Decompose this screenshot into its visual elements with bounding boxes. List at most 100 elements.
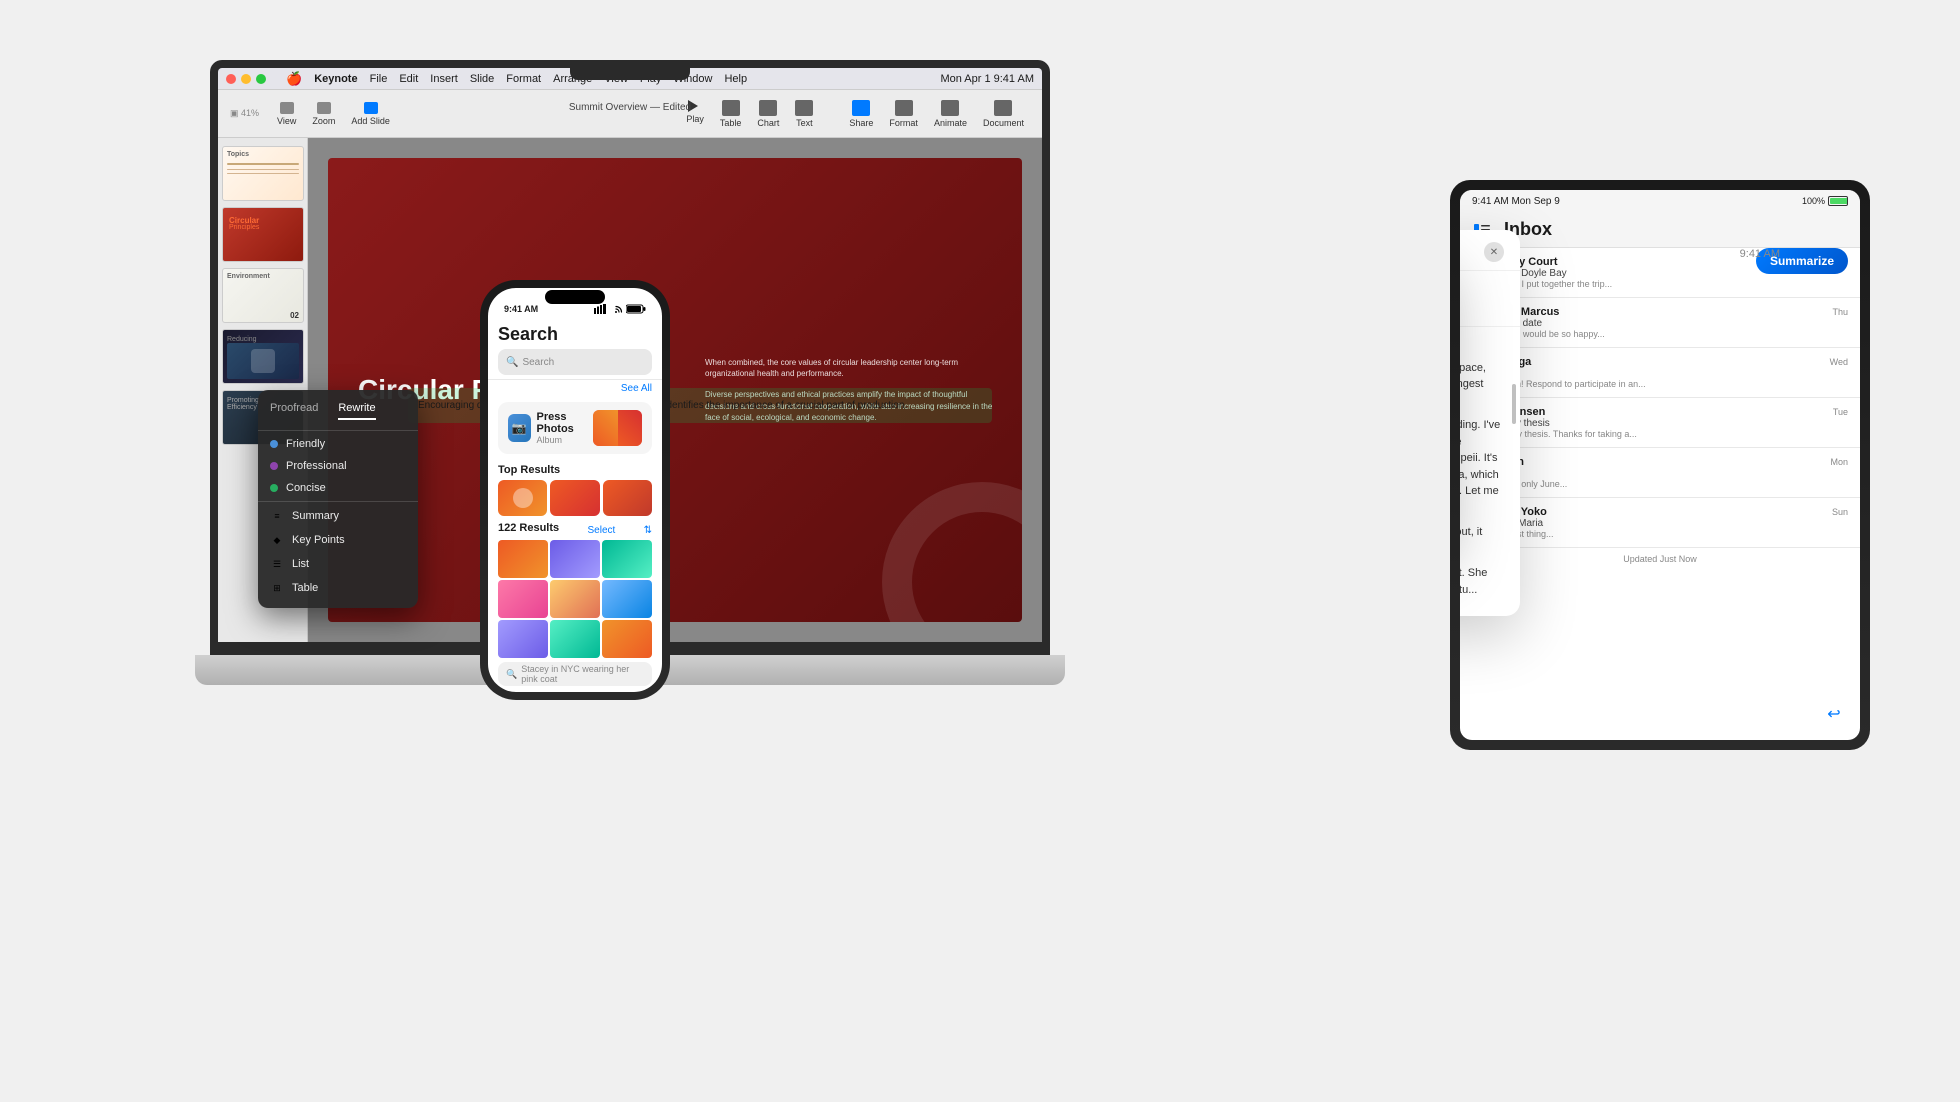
mac-wm-item-friendly[interactable]: Friendly: [258, 433, 418, 455]
all-results-grid: [488, 540, 662, 658]
mac-wm-label-professional: Professional: [286, 460, 347, 472]
summary-icon: ≡: [270, 509, 284, 523]
mac-wm-item-keypoints[interactable]: ◆ Key Points: [258, 528, 418, 552]
toolbar-document-btn[interactable]: Document: [977, 98, 1030, 130]
menubar-insert[interactable]: Insert: [430, 73, 458, 85]
list-icon: ☰: [270, 557, 284, 571]
toolbar-view-btn[interactable]: View: [271, 100, 302, 128]
iphone: 9:41 AM Search 🔍 Search: [480, 280, 670, 700]
traffic-lights: [226, 74, 266, 84]
iphone-content: Search 🔍 Search See All 📷 Press Pho: [488, 318, 662, 692]
result-thumb-3[interactable]: [603, 480, 652, 516]
email-3-time: Wed: [1830, 357, 1848, 367]
toolbar-text-btn[interactable]: Text: [789, 98, 819, 130]
toolbar-share-btn[interactable]: Share: [843, 98, 879, 130]
all-result-2[interactable]: [550, 540, 600, 578]
menubar-edit[interactable]: Edit: [399, 73, 418, 85]
iphone-screen: 9:41 AM Search 🔍 Search: [488, 288, 662, 692]
ppc-left: 📷 Press Photos Album: [508, 411, 593, 445]
iphone-status-icons: [594, 304, 646, 314]
edp-close-button[interactable]: ✕: [1484, 242, 1504, 262]
mac-wm-item-summary[interactable]: ≡ Summary: [258, 504, 418, 528]
select-button[interactable]: Select: [587, 525, 615, 536]
top-results-grid: [498, 480, 652, 516]
ipad-time: 9:41 AM Mon Sep 9: [1472, 196, 1560, 207]
email-scroll-indicator: [1512, 384, 1516, 424]
ipad: 9:41 AM Mon Sep 9 100%: [1450, 180, 1870, 750]
toolbar-zoom-btn[interactable]: Zoom: [306, 100, 341, 128]
toolbar-format-btn[interactable]: Format: [883, 98, 924, 130]
all-result-8[interactable]: [550, 620, 600, 658]
search-bar-text: Search: [522, 357, 554, 368]
close-button[interactable]: [226, 74, 236, 84]
menubar-slide[interactable]: Slide: [470, 73, 494, 85]
edp-para-1: Well, my first week in Anchorage is in t…: [1460, 360, 1504, 410]
email-3[interactable]: Diego Vega Wed Exchange ...time again! R…: [1460, 348, 1860, 398]
menubar-format[interactable]: Format: [506, 73, 541, 85]
email-3-header: Diego Vega Wed: [1472, 356, 1848, 368]
mac-wm-tab-rewrite[interactable]: Rewrite: [338, 402, 375, 420]
mac-wm-label-friendly: Friendly: [286, 438, 325, 450]
result-thumb-1[interactable]: [498, 480, 547, 516]
mac-wm-label-summary: Summary: [292, 510, 339, 522]
concise-dot-icon: [270, 484, 278, 492]
mac-wm-separator: [258, 430, 418, 431]
toolbar-table-btn[interactable]: Table: [714, 98, 748, 130]
toolbar-chart-btn[interactable]: Chart: [751, 98, 785, 130]
reply-icon[interactable]: ↩: [1820, 700, 1848, 728]
menubar-help[interactable]: Help: [724, 73, 747, 85]
edp-to-field: To: Sarah Murguia, Xiaomeng Zhong, Graha…: [1460, 279, 1504, 291]
email-6-header: Jimmy & Yoko Sun: [1472, 506, 1848, 518]
maximize-button[interactable]: [256, 74, 266, 84]
updated-text: Updated Just Now: [1460, 548, 1860, 570]
keypoints-icon: ◆: [270, 533, 284, 547]
menubar-keynote[interactable]: Keynote: [314, 73, 357, 85]
toolbar-animate-btn[interactable]: Animate: [928, 98, 973, 130]
see-all-link[interactable]: See All: [621, 383, 652, 394]
all-result-3[interactable]: [602, 540, 652, 578]
slide-2-thumb[interactable]: Circular Principles: [222, 207, 304, 262]
mac-wm-item-concise[interactable]: Concise: [258, 477, 418, 499]
result-thumb-2[interactable]: [550, 480, 599, 516]
email-2[interactable]: Jimmy & Marcus Thu Setting the date ...M…: [1460, 298, 1860, 348]
all-result-7[interactable]: [498, 620, 548, 658]
menubar-file[interactable]: File: [370, 73, 388, 85]
mac-wm-item-list[interactable]: ☰ List: [258, 552, 418, 576]
email-4[interactable]: Ethan Bensen Tue Draft of my thesis ...d…: [1460, 398, 1860, 448]
press-photos-card[interactable]: 📷 Press Photos Album: [498, 402, 652, 454]
mac-wm-item-professional[interactable]: Professional: [258, 455, 418, 477]
slide-3-thumb[interactable]: Environment 02: [222, 268, 304, 323]
all-result-5[interactable]: [550, 580, 600, 618]
mac-wm-item-table[interactable]: ⊞ Table: [258, 576, 418, 600]
email-4-subject: Draft of my thesis: [1472, 418, 1848, 429]
ipad-battery-fill: [1830, 198, 1848, 204]
mac-wm-tab-proofread[interactable]: Proofread: [270, 402, 318, 420]
ipad-email-list[interactable]: Doyle Bay Court Fri Trip list for Doyle …: [1460, 248, 1860, 740]
all-result-6[interactable]: [602, 580, 652, 618]
email-5[interactable]: Lena Tran Mon Volleyball? ...I know it's…: [1460, 448, 1860, 498]
email-6[interactable]: Jimmy & Yoko Sun Jimmy <> Maria ...me th…: [1460, 498, 1860, 548]
iphone-time: 9:41 AM: [504, 304, 538, 314]
sort-icon[interactable]: ⇅: [644, 525, 652, 536]
email-5-header: Lena Tran Mon: [1472, 456, 1848, 468]
iphone-search-footer[interactable]: 🔍 Stacey in NYC wearing her pink coat: [498, 662, 652, 686]
ipad-battery-bar: [1828, 196, 1848, 206]
slide-1-thumb[interactable]: Topics: [222, 146, 304, 201]
edp-para-3: I landed in Anchorage in the evening, an…: [1460, 524, 1504, 557]
mac-wm-separator-2: [258, 501, 418, 502]
slide-4-thumb[interactable]: Reducing: [222, 329, 304, 384]
email-2-subject: Setting the date: [1472, 318, 1848, 329]
all-result-9[interactable]: [602, 620, 652, 658]
ppc-sub: Album: [537, 435, 594, 445]
iphone-search-bar[interactable]: 🔍 Search: [498, 349, 652, 375]
iphone-search-header: Search 🔍 Search: [488, 318, 662, 380]
menubar-time: Mon Apr 1 9:41 AM: [940, 73, 1034, 85]
email-1-preview: ...everyone, I put together the trip...: [1472, 279, 1848, 289]
friendly-dot-icon: [270, 440, 278, 448]
all-result-1[interactable]: [498, 540, 548, 578]
minimize-button[interactable]: [241, 74, 251, 84]
edp-meta: To: Sarah Murguia, Xiaomeng Zhong, Graha…: [1460, 271, 1520, 327]
toolbar-add-slide-btn[interactable]: Add Slide: [345, 100, 396, 128]
all-result-4[interactable]: [498, 580, 548, 618]
keynote-canvas: Circular Principles When combined, the c…: [308, 138, 1042, 642]
